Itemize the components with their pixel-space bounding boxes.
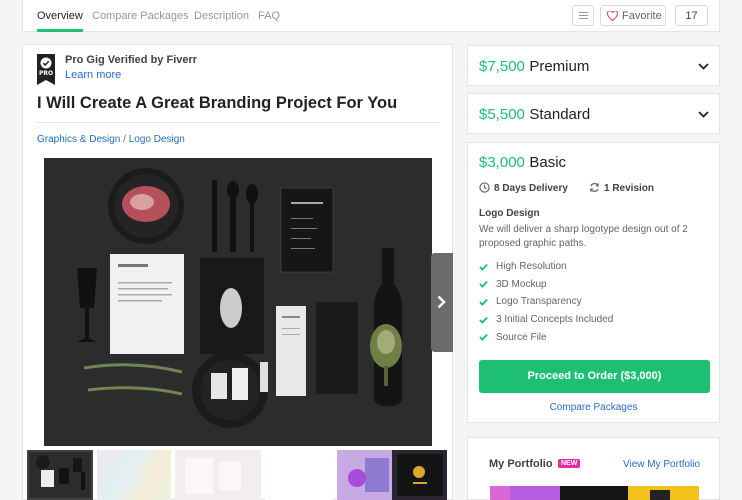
active-tab-indicator — [37, 29, 83, 32]
menu-icon-line — [579, 15, 588, 16]
portfolio-title: My Portfolio — [489, 458, 553, 470]
feature-list: High Resolution 3D Mockup Logo Transpare… — [479, 258, 613, 346]
basic-price: $3,000 — [479, 154, 525, 171]
feature-label: Source File — [496, 331, 547, 343]
revision-label: 1 Revision — [604, 183, 655, 194]
gallery-thumbnails — [27, 450, 450, 500]
standard-price: $5,500 — [479, 106, 525, 123]
menu-icon-line — [579, 18, 588, 19]
heart-icon — [607, 11, 618, 21]
delivery-label: 8 Days Delivery — [494, 183, 568, 194]
gig-nav-bar: Overview Compare Packages Description FA… — [22, 0, 720, 32]
chevron-down-icon — [698, 111, 709, 118]
feature-item: Source File — [479, 328, 613, 346]
portfolio-preview-strip[interactable] — [490, 486, 699, 500]
favorite-count: 17 — [675, 5, 708, 26]
premium-price: $7,500 — [479, 58, 525, 75]
thumbnail-5-image — [337, 450, 443, 500]
breadcrumb-category[interactable]: Graphics & Design — [37, 134, 120, 145]
gig-title: I Will Create A Great Branding Project F… — [37, 94, 398, 112]
learn-more-link[interactable]: Learn more — [65, 69, 121, 81]
menu-icon — [579, 12, 588, 13]
proceed-to-order-button[interactable]: Proceed to Order ($3,000) — [479, 360, 710, 393]
gig-overview-panel: PRO Pro Gig Verified by Fiverr Learn mor… — [22, 44, 453, 500]
badge-notch — [37, 80, 55, 85]
gallery-next-button[interactable] — [431, 253, 453, 352]
feature-item: Logo Transparency — [479, 293, 613, 311]
thumbnail-5[interactable] — [337, 450, 447, 500]
breadcrumb-separator: / — [123, 134, 126, 145]
revision-count: 1 Revision — [589, 182, 654, 194]
service-description: We will deliver a sharp logotype design … — [479, 224, 688, 249]
thumbnail-3[interactable] — [175, 450, 261, 500]
tab-description[interactable]: Description — [194, 10, 249, 22]
service-title: Logo Design — [479, 208, 540, 219]
package-premium-header: $7,500 Premium — [479, 58, 589, 76]
favorite-label: Favorite — [622, 10, 662, 22]
clock-icon — [479, 182, 490, 193]
check-icon — [479, 334, 488, 341]
refresh-icon — [590, 183, 599, 192]
compare-packages-link[interactable]: Compare Packages — [468, 402, 719, 413]
package-standard[interactable]: $5,500 Standard — [467, 93, 720, 134]
tab-overview[interactable]: Overview — [37, 10, 83, 22]
thumbnail-3-image — [185, 458, 241, 494]
feature-label: High Resolution — [496, 261, 567, 273]
pro-verified-label: Pro Gig Verified by Fiverr — [65, 54, 198, 66]
tab-faq[interactable]: FAQ — [258, 10, 280, 22]
thumbnail-4[interactable] — [265, 450, 333, 500]
basic-name: Basic — [529, 154, 567, 171]
thumbnail-2[interactable] — [97, 450, 171, 500]
breadcrumb-subcategory[interactable]: Logo Design — [129, 134, 185, 145]
standard-name: Standard — [529, 106, 591, 123]
check-icon — [479, 316, 488, 324]
package-standard-header: $5,500 Standard — [479, 106, 590, 124]
new-badge: NEW — [558, 459, 581, 468]
favorite-button[interactable]: Favorite — [600, 5, 666, 26]
chevron-down-icon — [698, 63, 709, 70]
branding-mockup-image — [44, 158, 432, 446]
feature-label: Logo Transparency — [496, 296, 582, 308]
chevron-right-icon — [437, 295, 446, 309]
divider — [37, 122, 440, 123]
pro-badge-icon: PRO — [37, 54, 55, 85]
gig-gallery-image[interactable] — [44, 158, 432, 446]
verified-check-icon — [40, 57, 52, 69]
thumbnail-1-image — [36, 455, 85, 490]
package-basic: $3,000 Basic 8 Days Delivery 1 Revision … — [467, 142, 720, 423]
feature-item: 3D Mockup — [479, 276, 613, 294]
view-portfolio-link[interactable]: View My Portfolio — [623, 459, 700, 470]
feature-label: 3 Initial Concepts Included — [496, 314, 614, 326]
thumbnail-1[interactable] — [27, 450, 93, 500]
portfolio-preview-image — [490, 486, 699, 500]
delivery-time: 8 Days Delivery — [479, 182, 568, 194]
feature-item: 3 Initial Concepts Included — [479, 311, 613, 329]
premium-name: Premium — [529, 58, 590, 75]
check-icon — [479, 281, 488, 289]
breadcrumb: Graphics & Design / Logo Design — [37, 134, 185, 145]
feature-label: 3D Mockup — [496, 278, 547, 290]
check-icon — [479, 263, 488, 271]
pro-badge-text: PRO — [39, 70, 54, 77]
feature-item: High Resolution — [479, 258, 613, 276]
package-premium[interactable]: $7,500 Premium — [467, 45, 720, 86]
check-icon — [479, 298, 488, 306]
package-basic-header: $3,000 Basic — [479, 154, 566, 172]
menu-button[interactable] — [572, 5, 594, 26]
portfolio-card: My Portfolio NEW View My Portfolio — [467, 437, 720, 500]
tab-compare-packages[interactable]: Compare Packages — [92, 10, 189, 22]
